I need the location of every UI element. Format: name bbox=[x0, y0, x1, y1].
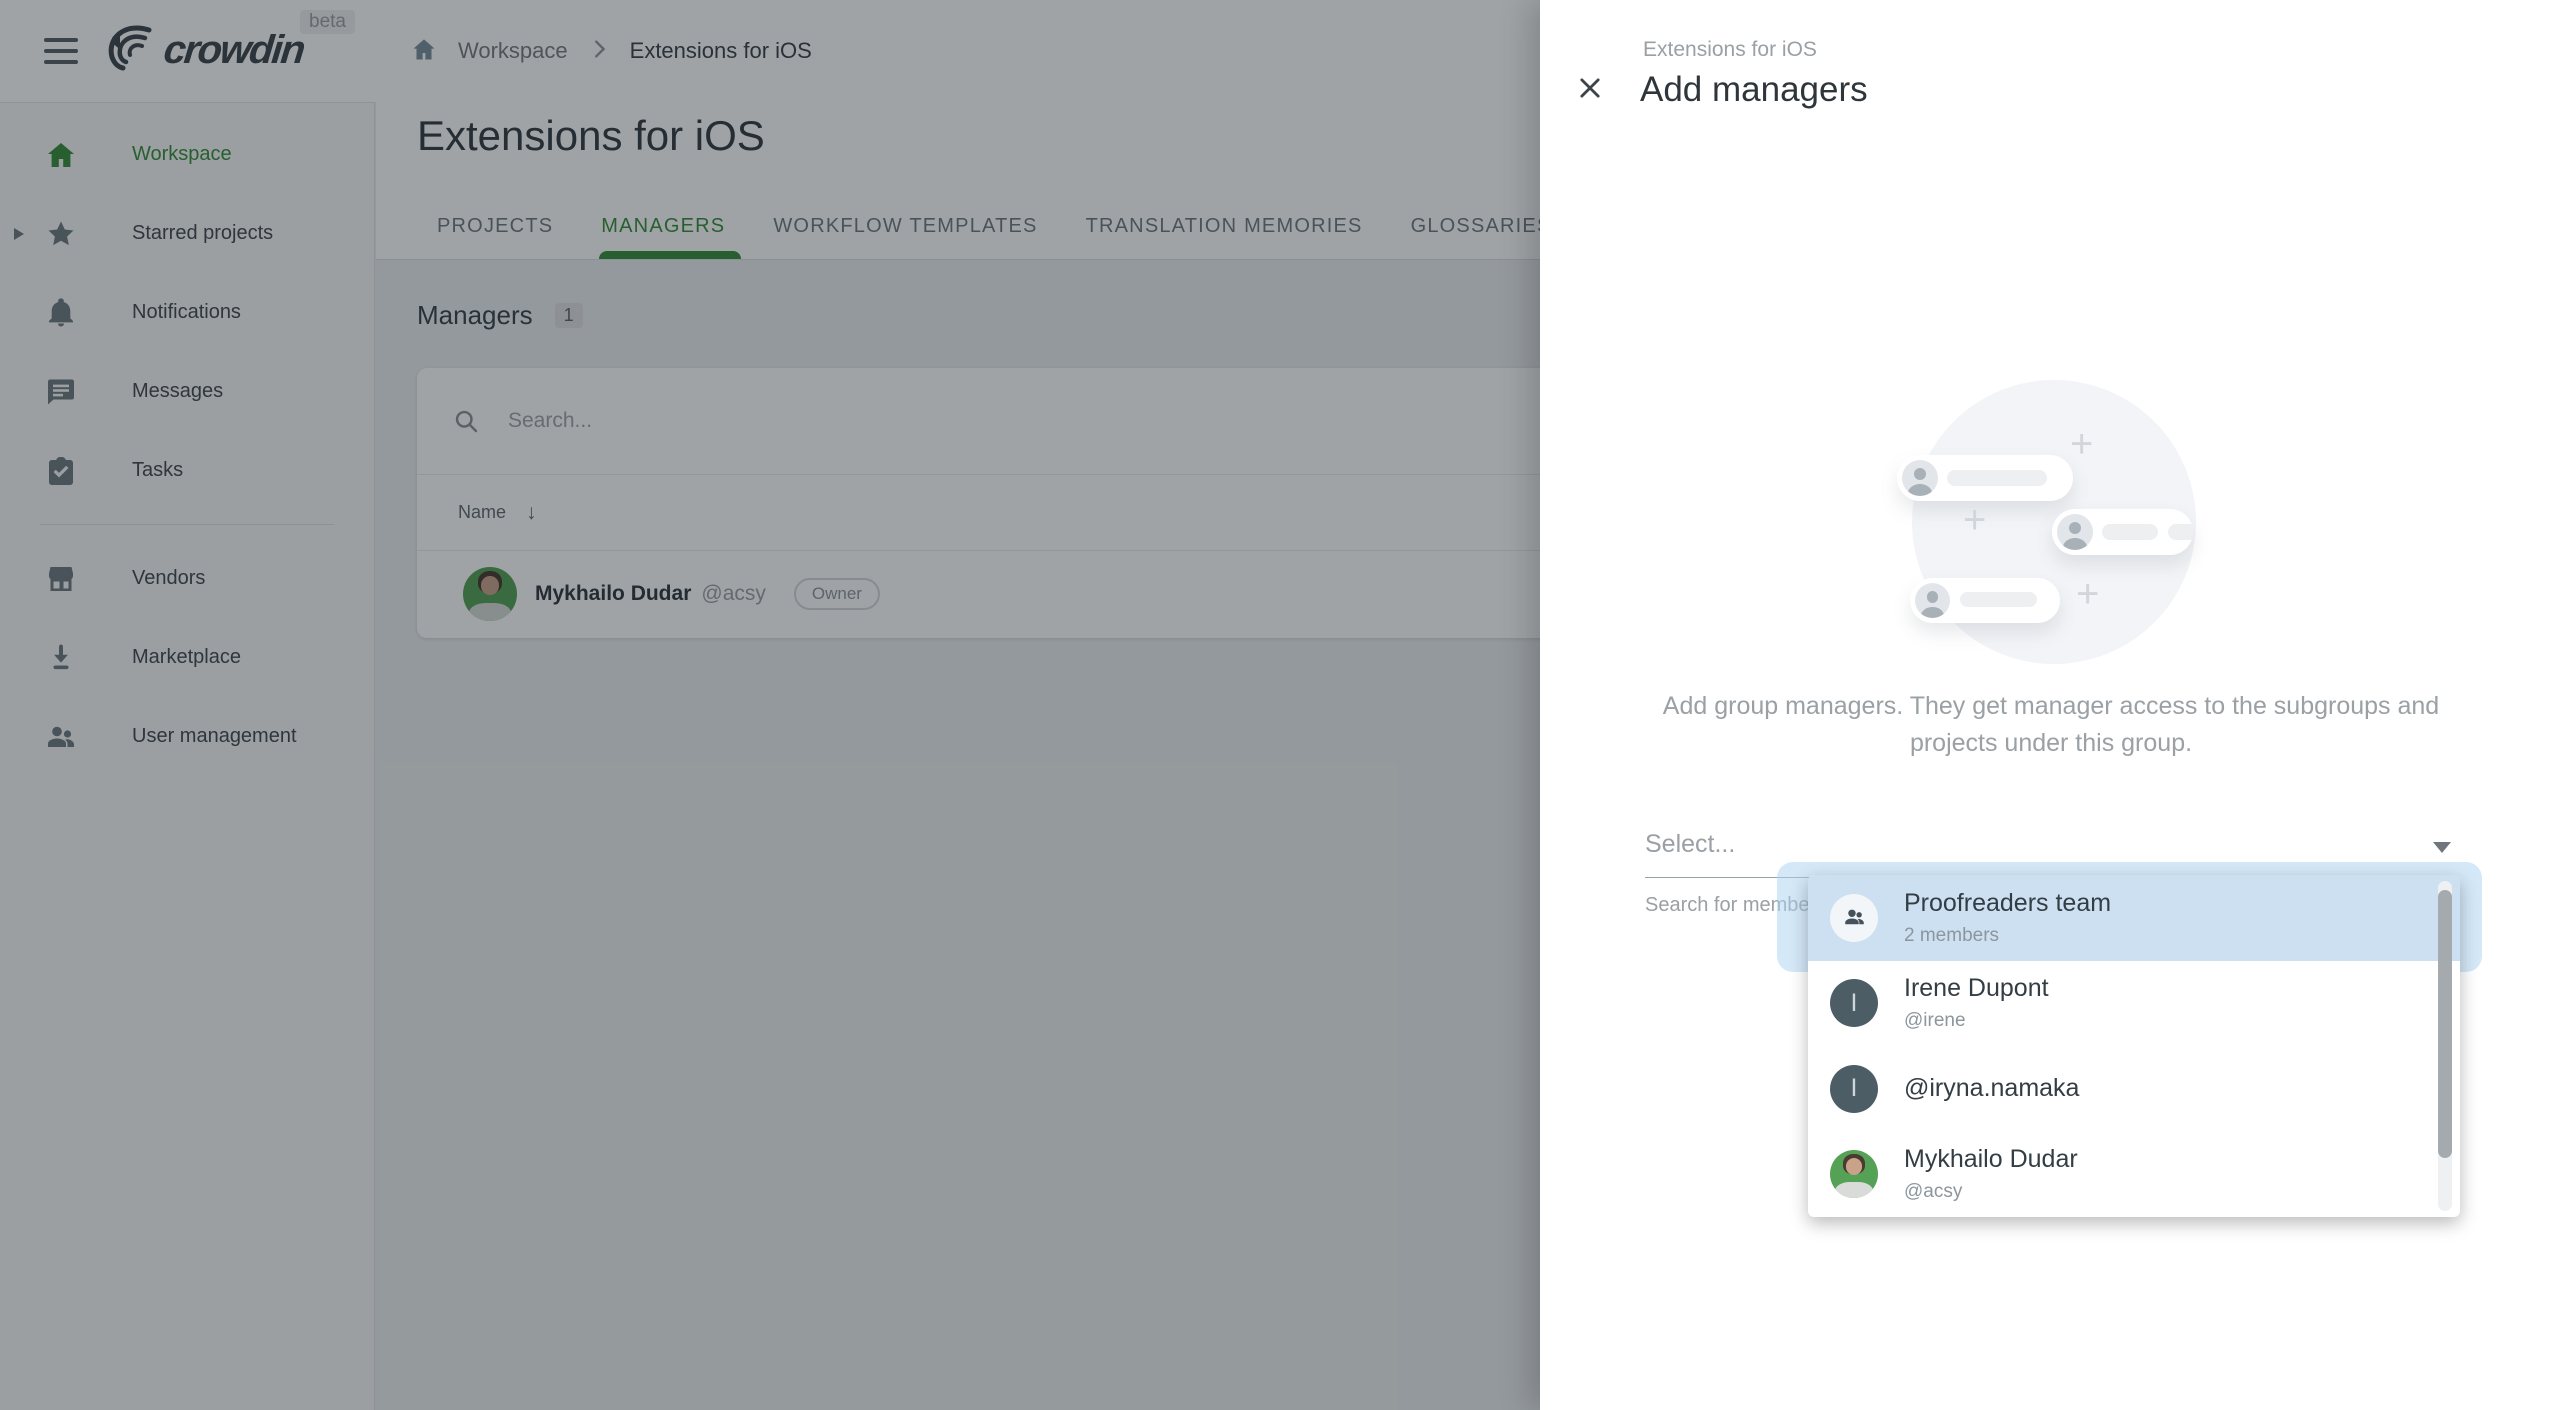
illustration-pill bbox=[1897, 455, 2073, 501]
select-placeholder: Select... bbox=[1645, 830, 1735, 859]
illustration-avatar-icon bbox=[1915, 583, 1950, 618]
illustration-bar bbox=[2102, 524, 2158, 540]
plus-icon: + bbox=[2076, 574, 2099, 614]
dropdown-scrollbar-thumb[interactable] bbox=[2438, 890, 2452, 1158]
member-dropdown: Proofreaders team 2 members I Irene Dupo… bbox=[1808, 875, 2460, 1217]
dropdown-item-irene-dupont[interactable]: I Irene Dupont @irene bbox=[1808, 961, 2460, 1047]
dropdown-item-name: Mykhailo Dudar bbox=[1904, 1145, 2078, 1174]
plus-icon: + bbox=[1963, 500, 1986, 540]
caret-down-icon[interactable] bbox=[2433, 842, 2451, 853]
drawer-context-label: Extensions for iOS bbox=[1643, 38, 1817, 62]
dropdown-item-meta: @irene bbox=[1904, 1010, 2049, 1032]
illustration-avatar-icon bbox=[2057, 514, 2093, 550]
avatar bbox=[1830, 1150, 1878, 1198]
dropdown-item-meta: @acsy bbox=[1904, 1181, 2078, 1203]
illustration-bar bbox=[2168, 524, 2193, 540]
dropdown-item-name: Proofreaders team bbox=[1904, 889, 2111, 918]
illustration-pill bbox=[2052, 509, 2193, 555]
dropdown-item-proofreaders-team[interactable]: Proofreaders team 2 members bbox=[1808, 875, 2460, 961]
letter-avatar: I bbox=[1830, 979, 1878, 1027]
dropdown-item-meta: 2 members bbox=[1904, 925, 2111, 947]
dropdown-item-name: Irene Dupont bbox=[1904, 974, 2049, 1003]
letter-avatar: I bbox=[1830, 1065, 1878, 1113]
illustration-bar bbox=[1947, 470, 2047, 486]
group-avatar-icon bbox=[1830, 894, 1878, 942]
dropdown-item-name: @iryna.namaka bbox=[1904, 1074, 2079, 1103]
illustration-avatar-icon bbox=[1902, 460, 1938, 496]
drawer-title: Add managers bbox=[1640, 70, 1868, 110]
illustration-pill bbox=[1910, 578, 2060, 623]
drawer-description: Add group managers. They get manager acc… bbox=[1645, 688, 2457, 762]
illustration-bar bbox=[1960, 592, 2037, 607]
plus-icon: + bbox=[2070, 424, 2093, 464]
dropdown-item-mykhailo-dudar[interactable]: Mykhailo Dudar @acsy bbox=[1808, 1132, 2460, 1218]
close-icon[interactable] bbox=[1570, 68, 1610, 108]
dropdown-item-iryna-namaka[interactable]: I @iryna.namaka bbox=[1808, 1046, 2460, 1132]
add-managers-drawer: Extensions for iOS Add managers + + + Ad… bbox=[1540, 0, 2566, 1410]
